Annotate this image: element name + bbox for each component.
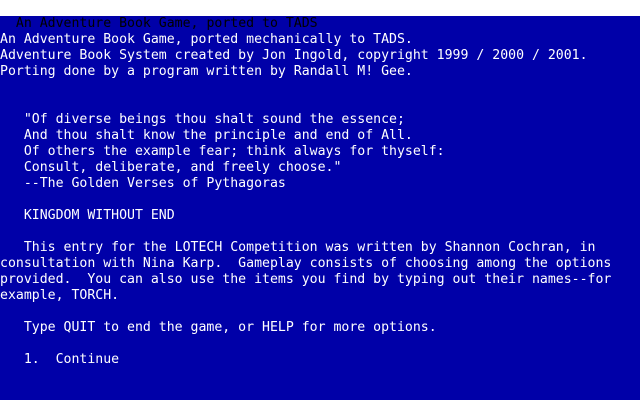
intro-line: provided. You can also use the items you…: [0, 272, 612, 287]
transcript-line: Porting done by a program written by Ran…: [0, 64, 413, 79]
status-bar: An Adventure Book Game, ported to TADS: [0, 0, 640, 31]
quote-attribution: --The Golden Verses of Pythagoras: [0, 176, 286, 191]
quote-line: Consult, deliberate, and freely choose.": [0, 160, 342, 175]
intro-line: This entry for the LOTECH Competition wa…: [0, 240, 596, 255]
transcript-line: An Adventure Book Game, ported mechanica…: [0, 32, 413, 47]
command-prompt[interactable]: >: [0, 384, 41, 400]
quote-line: Of others the example fear; think always…: [0, 144, 445, 159]
status-bar-title: An Adventure Book Game, ported to TADS: [15, 16, 318, 31]
quote-line: And thou shalt know the principle and en…: [0, 128, 413, 143]
quote-line: "Of diverse beings thou shalt sound the …: [0, 112, 405, 127]
intro-line: consultation with Nina Karp. Gameplay co…: [0, 256, 612, 271]
transcript-line: Adventure Book System created by Jon Ing…: [0, 48, 588, 63]
instructions-line: Type QUIT to end the game, or HELP for m…: [0, 320, 437, 335]
intro-line: example, TORCH.: [0, 288, 120, 303]
game-title: KINGDOM WITHOUT END: [0, 208, 175, 223]
menu-option-continue[interactable]: 1. Continue: [0, 352, 119, 368]
